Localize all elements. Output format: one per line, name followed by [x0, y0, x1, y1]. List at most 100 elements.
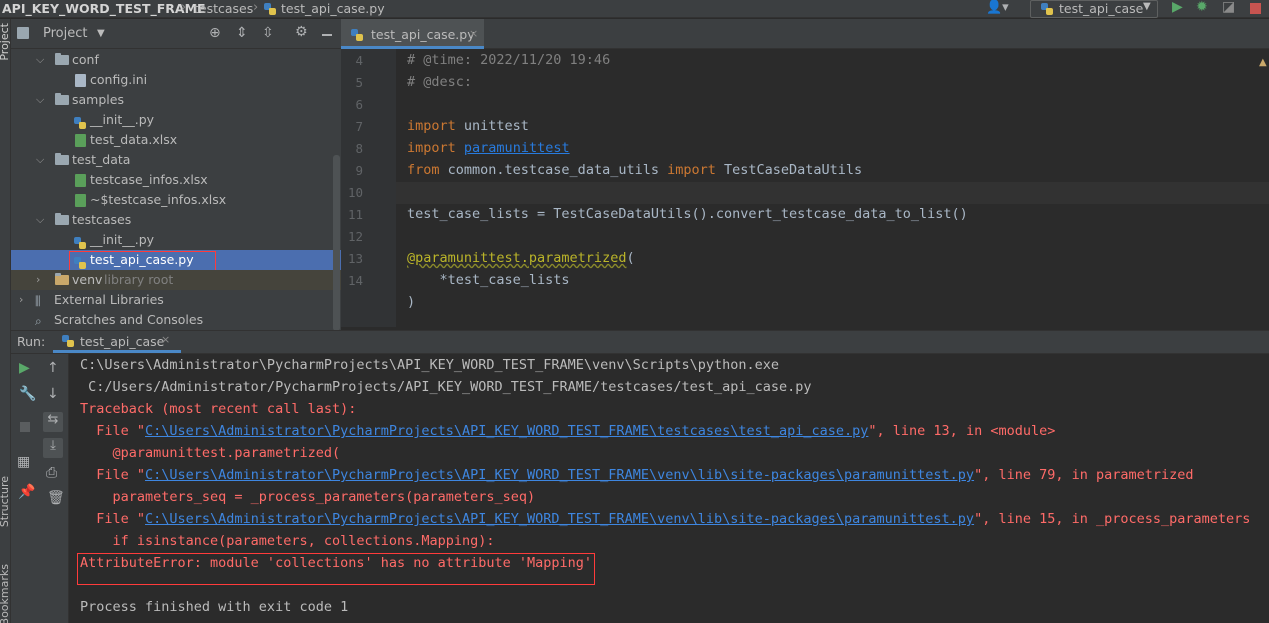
keyword: import: [667, 162, 716, 178]
tree-folder-conf[interactable]: ⌵ conf: [11, 50, 341, 70]
tree-item-label: test_data.xlsx: [90, 132, 178, 147]
line-number: 10: [347, 185, 363, 200]
excel-file-icon: [75, 134, 86, 147]
project-tool-tab[interactable]: Project: [0, 23, 11, 61]
stop-icon[interactable]: [1250, 3, 1261, 14]
tree-file-samples-init[interactable]: __init__.py: [11, 110, 341, 130]
breadcrumb-file[interactable]: test_api_case.py: [281, 1, 385, 16]
pin-icon[interactable]: 📌: [18, 484, 35, 500]
breadcrumb-separator: ›: [181, 0, 187, 15]
module-link[interactable]: paramunittest: [464, 140, 570, 156]
editor-tab-test-api-case[interactable]: test_api_case.py ×: [341, 19, 484, 49]
chevron-right-icon[interactable]: ›: [36, 270, 40, 290]
package-folder-icon: [55, 93, 69, 105]
chevron-down-icon[interactable]: ▼: [97, 28, 105, 39]
structure-tool-tab[interactable]: Structure: [0, 476, 11, 527]
traceback-header: Traceback (most recent call last):: [80, 401, 357, 417]
project-view-title[interactable]: Project: [43, 26, 87, 41]
stop-icon[interactable]: [20, 422, 30, 432]
tree-external-libraries[interactable]: › ⫼ External Libraries: [11, 290, 341, 310]
breadcrumb-folder[interactable]: testcases: [194, 1, 253, 16]
folder-icon: [55, 53, 69, 65]
line-number: 8: [355, 141, 363, 156]
run-console[interactable]: C:\Users\Administrator\PycharmProjects\A…: [69, 354, 1269, 623]
file-path-link[interactable]: C:\Users\Administrator\PycharmProjects\A…: [145, 511, 974, 527]
tree-file-testcases-init[interactable]: __init__.py: [11, 230, 341, 250]
tree-item-label: config.ini: [90, 72, 148, 87]
highlight-box: [69, 251, 216, 271]
soft-wrap-icon[interactable]: ⇆: [43, 412, 63, 432]
project-scrollbar[interactable]: [333, 155, 340, 331]
arrow-down-icon[interactable]: ↓: [47, 386, 59, 402]
chevron-down-icon[interactable]: ⌵: [36, 210, 44, 230]
code-text: unittest: [455, 118, 529, 134]
tree-folder-test-data[interactable]: ⌵ test_data: [11, 150, 341, 170]
code-line-comment: # @desc:: [407, 74, 473, 90]
tree-file-temp-testcase-infos[interactable]: ~$testcase_infos.xlsx: [11, 190, 341, 210]
code-line-comment: # @time: 2022/11/20 19:46: [407, 52, 611, 68]
line-number: 14: [347, 273, 363, 288]
print-icon[interactable]: ⎙: [46, 465, 57, 481]
editor-tab-label: test_api_case.py: [371, 27, 475, 42]
chevron-down-icon[interactable]: ⌵: [36, 50, 44, 70]
locate-icon[interactable]: ⊕: [209, 25, 221, 41]
tree-folder-samples[interactable]: ⌵ samples: [11, 90, 341, 110]
close-icon[interactable]: ×: [469, 27, 478, 40]
run-icon[interactable]: ▶: [1172, 0, 1183, 15]
tree-folder-testcases[interactable]: ⌵ testcases: [11, 210, 341, 230]
console-command-line: C:/Users/Administrator/PycharmProjects/A…: [80, 379, 812, 395]
run-tab-test-api-case[interactable]: test_api_case ×: [53, 331, 181, 353]
gear-icon[interactable]: ⚙: [295, 24, 308, 40]
bookmarks-tool-tab[interactable]: Bookmarks: [0, 564, 11, 623]
breadcrumb-project[interactable]: API_KEY_WORD_TEST_FRAME: [2, 1, 206, 16]
expand-all-icon[interactable]: ⇕: [236, 25, 248, 41]
tree-file-config-ini[interactable]: config.ini: [11, 70, 341, 90]
close-icon[interactable]: ×: [161, 333, 170, 346]
tree-file-testcase-infos[interactable]: testcase_infos.xlsx: [11, 170, 341, 190]
run-tab-label: test_api_case: [80, 334, 165, 349]
line-number: 6: [355, 97, 363, 112]
warning-marker-icon[interactable]: ▲: [1259, 57, 1267, 68]
chevron-right-icon[interactable]: ›: [19, 290, 23, 310]
file-path-link[interactable]: C:\Users\Administrator\PycharmProjects\A…: [145, 423, 868, 439]
file-path-link[interactable]: C:\Users\Administrator\PycharmProjects\A…: [145, 467, 974, 483]
tree-folder-venv[interactable]: › venv library root: [11, 270, 341, 290]
trash-icon[interactable]: 🗑: [47, 490, 65, 506]
tree-item-label: samples: [72, 92, 124, 107]
scroll-to-end-icon[interactable]: ⤓: [43, 438, 63, 458]
tree-file-test-data-xlsx[interactable]: test_data.xlsx: [11, 130, 341, 150]
code-text: (: [626, 250, 635, 266]
wrench-icon[interactable]: 🔧: [19, 386, 36, 402]
user-icon[interactable]: 👤▾: [986, 0, 1009, 15]
hide-icon[interactable]: [322, 34, 332, 36]
console-command-line: C:\Users\Administrator\PycharmProjects\A…: [80, 357, 779, 373]
coverage-icon[interactable]: ◪: [1222, 0, 1235, 15]
code-line-args: *test_case_lists: [407, 272, 570, 288]
chevron-down-icon[interactable]: ⌵: [36, 150, 44, 170]
arrow-up-icon[interactable]: ↑: [47, 360, 59, 376]
tree-item-label: External Libraries: [54, 292, 164, 307]
rerun-icon[interactable]: ▶: [19, 360, 30, 376]
chevron-down-icon: ▼: [1143, 1, 1151, 12]
line-number: 11: [347, 207, 363, 222]
code-line-from-import: from common.testcase_data_utils import T…: [407, 162, 862, 178]
python-file-icon: [74, 117, 86, 129]
tree-item-label: testcases: [72, 212, 132, 227]
tree-scratches[interactable]: ⌕ Scratches and Consoles: [11, 310, 341, 330]
chevron-down-icon[interactable]: ⌵: [36, 90, 44, 110]
code-editor[interactable]: 4 5 6 7 8 9 10 11 12 13 14 # @time: 2022…: [341, 49, 1269, 327]
tree-item-label: testcase_infos.xlsx: [90, 172, 208, 187]
run-config-select[interactable]: test_api_case ▼: [1030, 0, 1158, 18]
library-root-note: library root: [104, 272, 174, 287]
python-file-icon: [264, 3, 276, 15]
decorator: @paramunittest.parametrized: [407, 250, 627, 266]
python-icon: [62, 335, 74, 347]
collapse-all-icon[interactable]: ⇳: [262, 25, 274, 41]
debug-icon[interactable]: ✹: [1196, 0, 1208, 15]
layout-icon[interactable]: ▦: [17, 454, 30, 470]
error-highlight-box: [77, 553, 595, 585]
line-number: 5: [355, 75, 363, 90]
project-panel: Project ▼ ⊕ ⇕ ⇳ ⚙ ⌵ conf config.ini ⌵ sa…: [11, 19, 341, 332]
line-number: 7: [355, 119, 363, 134]
